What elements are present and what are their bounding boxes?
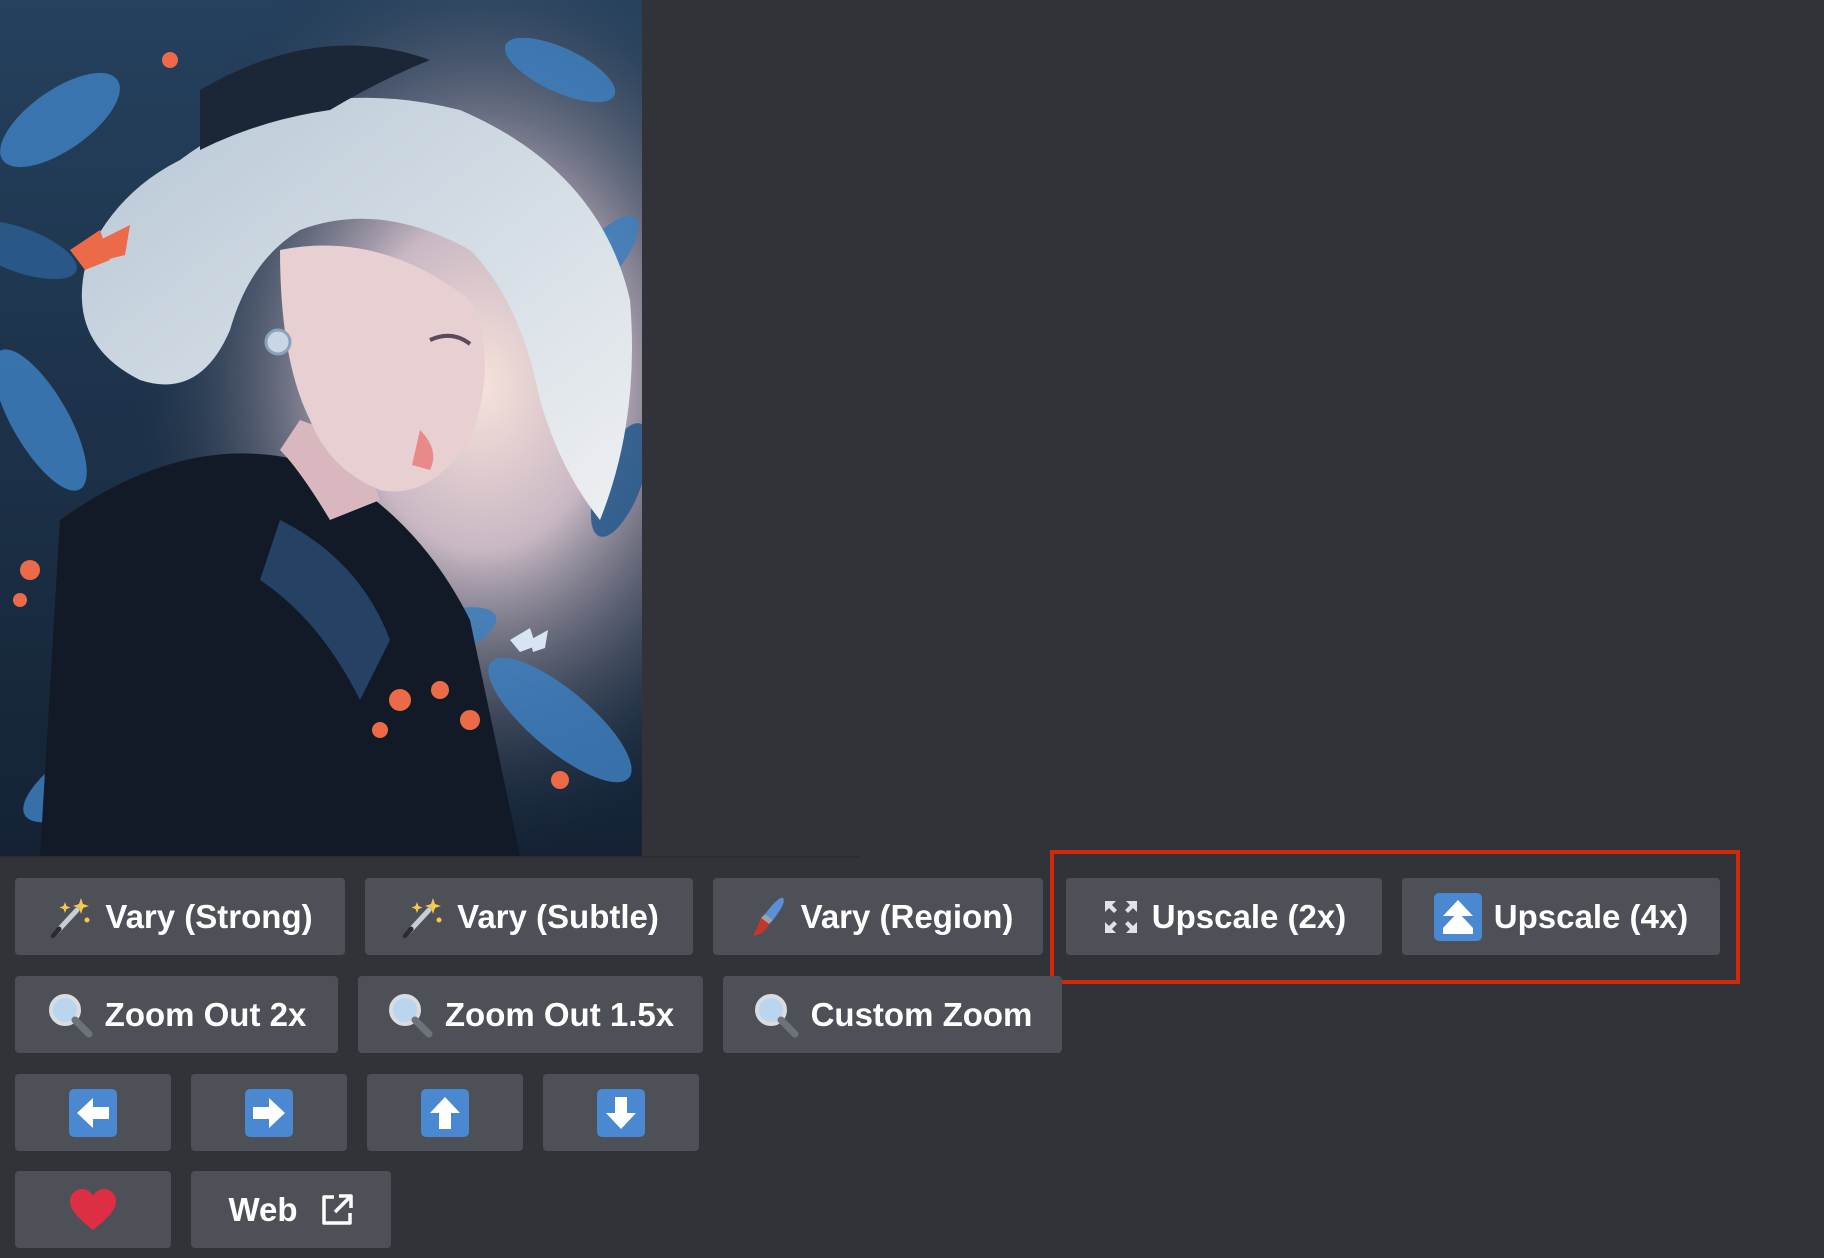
vary-region-label: Vary (Region) bbox=[800, 897, 1014, 935]
heart-icon bbox=[68, 1188, 118, 1232]
zoom-out-2x-button[interactable]: Zoom Out 2x bbox=[15, 976, 338, 1053]
zoom-out-2x-label: Zoom Out 2x bbox=[104, 995, 307, 1033]
magnifier-icon bbox=[753, 992, 799, 1038]
generated-image[interactable] bbox=[0, 0, 642, 856]
favorite-button[interactable] bbox=[15, 1171, 171, 1248]
arrow-right-icon bbox=[245, 1088, 293, 1137]
vary-strong-label: Vary (Strong) bbox=[105, 897, 313, 935]
magic-wand-icon bbox=[47, 894, 93, 940]
vary-strong-button[interactable]: Vary (Strong) bbox=[15, 878, 345, 955]
arrow-up-icon bbox=[421, 1088, 469, 1137]
external-link-icon bbox=[320, 1193, 354, 1227]
pan-left-button[interactable] bbox=[15, 1074, 171, 1151]
web-link-button[interactable]: Web bbox=[191, 1171, 391, 1248]
magic-wand-icon bbox=[399, 894, 445, 940]
paintbrush-icon bbox=[743, 894, 789, 940]
vary-subtle-label: Vary (Subtle) bbox=[457, 897, 659, 935]
pan-up-button[interactable] bbox=[367, 1074, 523, 1151]
arrow-down-icon bbox=[597, 1088, 645, 1137]
upscale-highlight-box bbox=[1050, 850, 1740, 984]
image-bottom-border bbox=[0, 856, 860, 858]
zoom-out-1-5x-label: Zoom Out 1.5x bbox=[444, 995, 675, 1033]
magnifier-icon bbox=[387, 992, 433, 1038]
magnifier-icon bbox=[47, 992, 93, 1038]
pan-down-button[interactable] bbox=[543, 1074, 699, 1151]
artwork-illustration bbox=[0, 0, 642, 856]
web-label: Web bbox=[228, 1190, 298, 1228]
arrow-left-icon bbox=[69, 1088, 117, 1137]
custom-zoom-label: Custom Zoom bbox=[810, 995, 1033, 1033]
zoom-out-1-5x-button[interactable]: Zoom Out 1.5x bbox=[358, 976, 703, 1053]
midjourney-result-panel: Vary (Strong) Vary (Subtle) Vary (Region… bbox=[0, 0, 1824, 1258]
vary-region-button[interactable]: Vary (Region) bbox=[713, 878, 1043, 955]
custom-zoom-button[interactable]: Custom Zoom bbox=[723, 976, 1062, 1053]
vary-subtle-button[interactable]: Vary (Subtle) bbox=[365, 878, 693, 955]
pan-right-button[interactable] bbox=[191, 1074, 347, 1151]
